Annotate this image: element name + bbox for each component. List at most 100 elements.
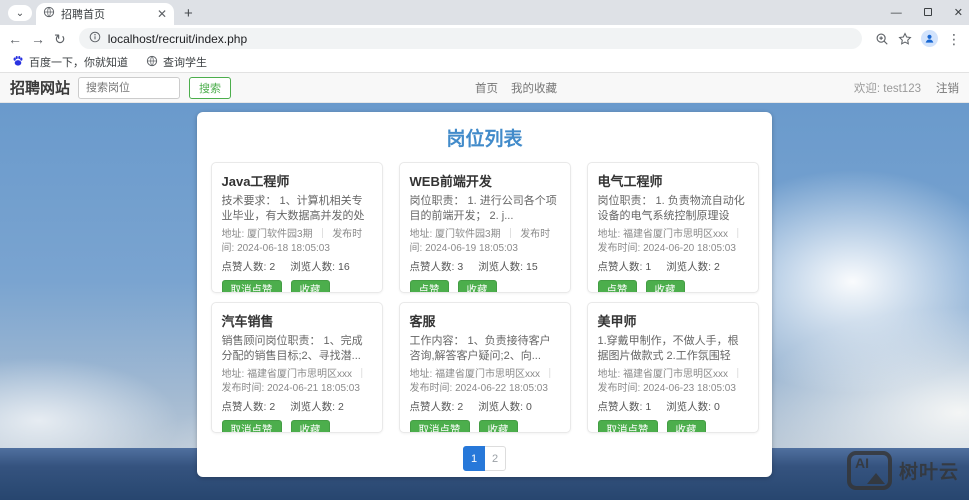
address-label: 地址: [597, 229, 621, 240]
welcome-text: 欢迎: test123 [853, 82, 921, 95]
views-count: 2 [338, 401, 344, 413]
job-actions: 点赞 收藏 [409, 280, 560, 292]
likes-label: 点赞人数: [597, 261, 643, 273]
like-toggle-button[interactable]: 取消点赞 [409, 420, 470, 432]
views-count: 0 [714, 401, 720, 413]
restore-icon [923, 7, 932, 16]
views-label: 浏览人数: [666, 261, 712, 273]
nav-item-home[interactable]: 首页 [475, 80, 498, 96]
job-card: Java工程师 技术要求： 1、计算机相关专业毕业，有大数据高并发的处理经...… [210, 162, 383, 293]
likes-count: 1 [645, 401, 652, 413]
meta-divider: ｜ [317, 229, 328, 240]
pagination: 12 [197, 446, 772, 471]
minimize-button[interactable]: — [891, 7, 902, 19]
bookmark-label: 百度一下，你就知道 [29, 57, 128, 69]
address-bar[interactable]: localhost/recruit/index.php [78, 28, 862, 49]
job-stats: 点赞人数: 1 浏览人数: 2 [598, 259, 748, 274]
views-stat: 浏览人数: 15 [478, 259, 538, 274]
publish-time-value: 2024-06-23 18:05:03 [643, 382, 736, 394]
address-label: 地址: [409, 369, 433, 380]
likes-stat: 点赞人数: 2 [222, 399, 276, 414]
back-button[interactable]: ← [8, 32, 22, 46]
publish-time-label: 发布时间: [409, 382, 453, 394]
job-actions: 取消点赞 收藏 [221, 420, 372, 432]
watermark-text: 树叶云 [898, 462, 959, 483]
likes-count: 1 [645, 261, 652, 273]
forward-button[interactable]: → [31, 32, 45, 46]
url-text: localhost/recruit/index.php [107, 31, 248, 46]
like-toggle-button[interactable]: 取消点赞 [597, 420, 658, 432]
close-window-button[interactable]: ✕ [954, 6, 963, 19]
job-actions: 点赞 收藏 [597, 280, 748, 292]
tab-close-icon[interactable]: ✕ [157, 8, 167, 20]
views-label: 浏览人数: [290, 261, 336, 273]
job-stats: 点赞人数: 2 浏览人数: 2 [222, 399, 372, 414]
meta-divider: ｜ [544, 369, 555, 380]
address-value: 厦门软件园3期 [247, 229, 313, 240]
likes-stat: 点赞人数: 1 [598, 259, 652, 274]
address-label: 地址: [221, 369, 245, 380]
like-toggle-button[interactable]: 点赞 [409, 280, 449, 292]
job-meta: 地址: 厦门软件园3期 ｜ 发布时间: 2024-06-19 18:05:03 [410, 228, 560, 255]
views-count: 16 [338, 261, 350, 273]
pagination-page-2[interactable]: 2 [484, 446, 506, 471]
restore-button[interactable] [923, 7, 932, 19]
job-actions: 取消点赞 收藏 [409, 420, 560, 432]
profile-avatar[interactable] [921, 30, 938, 47]
job-stats: 点赞人数: 3 浏览人数: 15 [410, 259, 560, 274]
reload-button[interactable]: ↻ [54, 32, 66, 46]
watermark: AI 树叶云 [846, 451, 959, 490]
favorite-button[interactable]: 收藏 [290, 420, 330, 432]
site-brand: 招聘网站 [10, 80, 71, 97]
job-title: WEB前端开发 [409, 174, 492, 189]
browser-tab[interactable]: 招聘首页 ✕ [36, 3, 174, 25]
like-toggle-button[interactable]: 点赞 [597, 280, 637, 292]
favorite-button[interactable]: 收藏 [290, 280, 330, 292]
job-stats: 点赞人数: 2 浏览人数: 0 [410, 399, 560, 414]
views-label: 浏览人数: [478, 261, 524, 273]
address-label: 地址: [409, 229, 433, 240]
tab-search-button[interactable]: ⌄ [8, 5, 32, 21]
favorite-button[interactable]: 收藏 [457, 280, 497, 292]
menu-dots-icon[interactable]: ⋮ [947, 32, 961, 46]
logout-link[interactable]: 注销 [936, 80, 959, 96]
favorite-button[interactable]: 收藏 [666, 420, 706, 432]
job-actions: 取消点赞 收藏 [221, 280, 372, 292]
user-area: 欢迎: test123 注销 [854, 80, 959, 96]
favorite-button[interactable]: 收藏 [478, 420, 518, 432]
job-description: 岗位职责： 1. 负责物流自动化设备的电气系统控制原理设计... [597, 195, 745, 222]
job-title: 电气工程师 [597, 174, 663, 189]
info-icon[interactable] [89, 30, 101, 48]
nav-item-favorites[interactable]: 我的收藏 [511, 80, 557, 96]
pagination-page-1[interactable]: 1 [463, 446, 485, 471]
job-meta: 地址: 福建省厦门市思明区xxx ｜ 发布时间: 2024-06-20 18:0… [598, 228, 748, 255]
search-button[interactable]: 搜索 [189, 76, 232, 99]
likes-label: 点赞人数: [409, 261, 455, 273]
job-description: 工作内容： 1、负责接待客户咨询,解答客户疑问;2、向... [409, 335, 551, 362]
publish-time-value: 2024-06-18 18:05:03 [237, 242, 330, 254]
favorite-button[interactable]: 收藏 [645, 280, 685, 292]
like-toggle-button[interactable]: 取消点赞 [221, 280, 282, 292]
bookmark-students[interactable]: 查询学生 [146, 54, 207, 70]
views-stat: 浏览人数: 2 [666, 259, 720, 274]
publish-time-label: 发布时间: [597, 242, 641, 254]
views-count: 2 [714, 261, 720, 273]
ai-image-icon: AI [846, 451, 892, 490]
bookmark-baidu[interactable]: 百度一下，你就知道 [12, 54, 128, 70]
bookmark-star-icon[interactable] [898, 31, 912, 46]
meta-divider: ｜ [732, 369, 743, 380]
new-tab-button[interactable]: + [184, 6, 193, 21]
job-description: 技术要求： 1、计算机相关专业毕业，有大数据高并发的处理经... [221, 195, 365, 222]
job-card: 电气工程师 岗位职责： 1. 负责物流自动化设备的电气系统控制原理设计... 地… [586, 162, 759, 293]
likes-stat: 点赞人数: 3 [410, 259, 464, 274]
job-meta: 地址: 福建省厦门市思明区xxx ｜ 发布时间: 2024-06-22 18:0… [410, 368, 560, 395]
publish-time-label: 发布时间: [597, 382, 641, 394]
job-description: 岗位职责： 1. 进行公司各个项目的前端开发； 2. j... [409, 195, 557, 222]
site-header: 招聘网站 搜索 首页 我的收藏 欢迎: test123 注销 [0, 73, 969, 103]
search-input[interactable] [78, 76, 181, 99]
zoom-icon[interactable] [875, 32, 889, 46]
page-background: 岗位列表 Java工程师 技术要求： 1、计算机相关专业毕业，有大数据高并发的处… [0, 103, 969, 500]
like-toggle-button[interactable]: 取消点赞 [221, 420, 282, 432]
address-value: 福建省厦门市思明区xxx [247, 369, 353, 380]
globe-favicon-icon [43, 5, 55, 23]
